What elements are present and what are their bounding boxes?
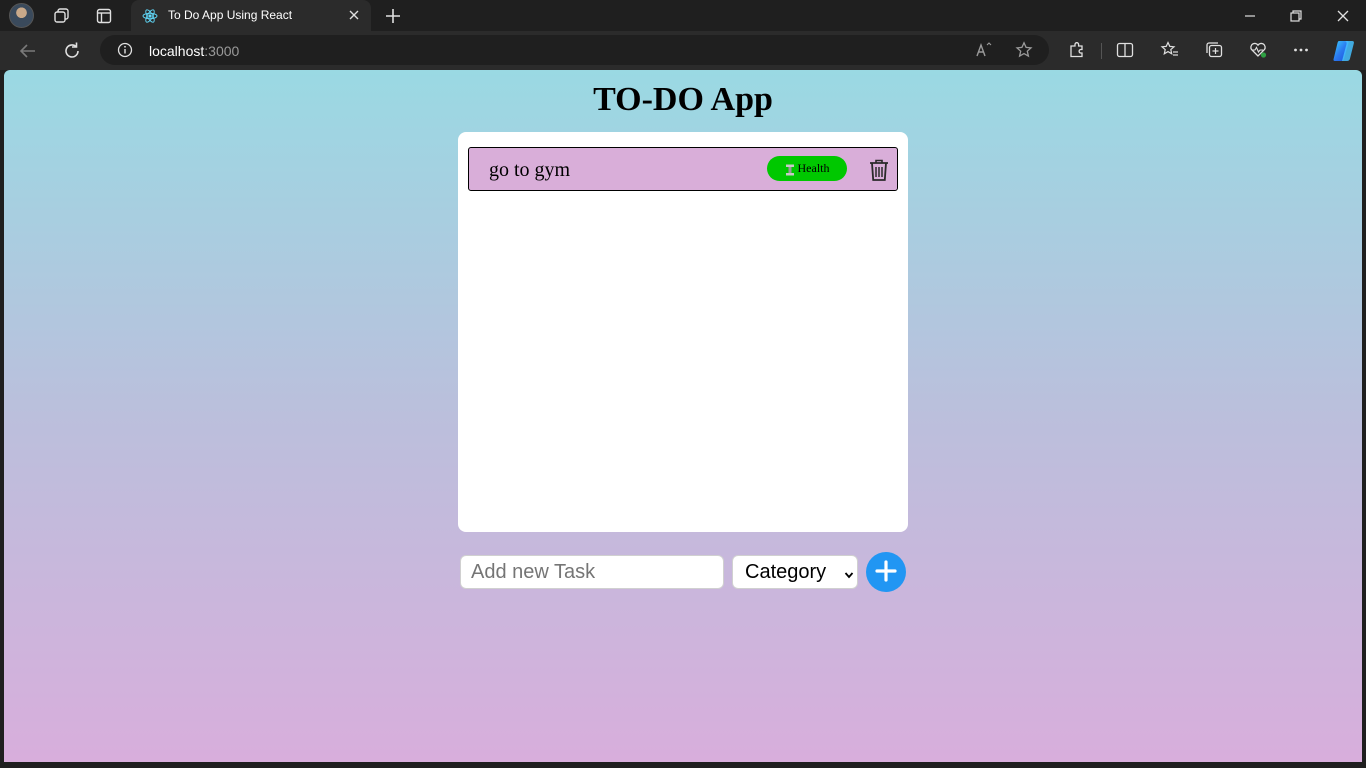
read-aloud-icon[interactable]	[975, 41, 993, 59]
task-text: go to gym	[489, 159, 571, 181]
toolbar-divider	[1101, 43, 1102, 59]
add-task-row: Category	[460, 552, 910, 595]
profile-avatar[interactable]	[9, 3, 34, 28]
url-port: :3000	[204, 43, 240, 59]
collections-icon[interactable]	[1204, 40, 1224, 60]
new-tab-button[interactable]	[383, 6, 403, 26]
react-icon	[142, 8, 158, 24]
category-badge: Health	[767, 156, 847, 181]
category-select[interactable]: Category	[732, 555, 858, 589]
more-icon[interactable]	[1291, 40, 1311, 60]
restore-icon[interactable]	[1286, 6, 1306, 26]
page-viewport: TO-DO App go to gym Health Cat	[4, 70, 1362, 762]
favorites-icon[interactable]	[1160, 40, 1180, 60]
tab-actions-icon[interactable]	[93, 5, 115, 27]
workspaces-icon[interactable]	[51, 5, 73, 27]
address-bar[interactable]: localhost:3000	[100, 35, 1049, 65]
tab-title: To Do App Using React	[168, 8, 293, 22]
close-window-icon[interactable]	[1333, 6, 1353, 26]
trash-icon[interactable]	[868, 158, 890, 182]
browser-titlebar: To Do App Using React	[0, 0, 1366, 31]
category-label: Health	[797, 161, 830, 175]
split-screen-icon[interactable]	[1115, 40, 1135, 60]
page-title: TO-DO App	[593, 81, 773, 118]
task-list-card: go to gym Health	[458, 132, 908, 532]
browser-toolbar: localhost:3000	[0, 31, 1366, 70]
refresh-icon[interactable]	[61, 40, 83, 62]
dumbbell-icon	[785, 163, 795, 175]
heart-pulse-icon[interactable]	[1248, 40, 1268, 60]
task-item[interactable]: go to gym Health	[468, 147, 898, 191]
add-task-input[interactable]	[460, 555, 724, 589]
plus-icon	[875, 559, 897, 585]
url-host: localhost	[149, 43, 205, 59]
minimize-icon[interactable]	[1240, 6, 1260, 26]
info-icon[interactable]	[117, 42, 133, 58]
browser-tab[interactable]: To Do App Using React	[131, 0, 371, 31]
add-task-button[interactable]	[866, 552, 906, 592]
star-icon[interactable]	[1015, 41, 1033, 59]
url-text[interactable]: localhost:3000	[149, 43, 239, 59]
back-arrow-icon[interactable]	[17, 40, 39, 62]
close-tab-icon[interactable]	[347, 8, 361, 22]
copilot-icon[interactable]	[1331, 38, 1357, 64]
puzzle-icon[interactable]	[1067, 40, 1087, 60]
